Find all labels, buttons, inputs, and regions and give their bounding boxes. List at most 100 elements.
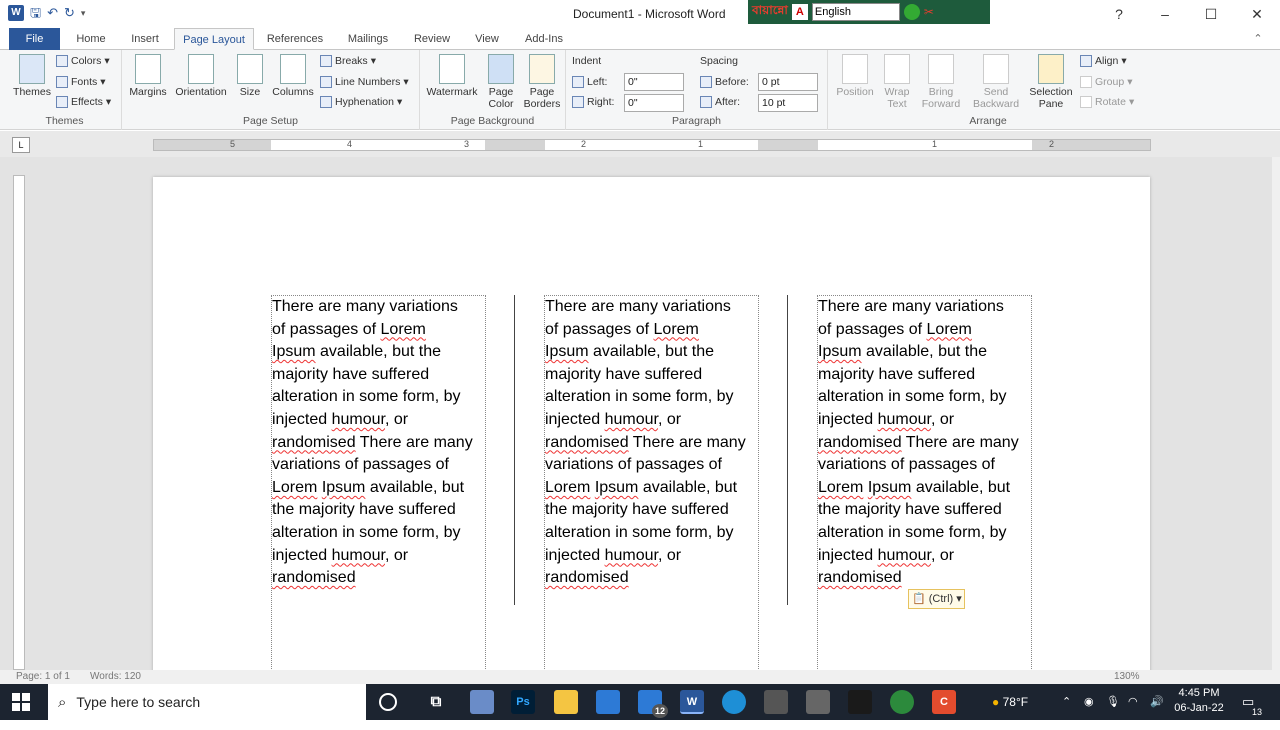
app-icon-3[interactable]: C [932, 690, 956, 714]
mail-icon[interactable]: 12 [638, 690, 668, 718]
misspelled-word[interactable]: randomised [545, 434, 629, 451]
text-column-2[interactable]: There are many variations of passages of … [544, 295, 759, 675]
word-taskbar-icon[interactable]: W [680, 690, 704, 714]
task-view-icon[interactable]: ⧉ [424, 690, 448, 714]
line-numbers-button[interactable]: Line Numbers ▾ [320, 73, 409, 91]
tab-review[interactable]: Review [408, 28, 456, 50]
zoom-level[interactable]: 130% [1114, 671, 1140, 682]
misspelled-word[interactable]: Ipsum [545, 343, 589, 360]
wifi-icon[interactable]: ◠ [1128, 684, 1138, 720]
misspelled-word[interactable]: randomised [818, 434, 902, 451]
misspelled-word[interactable]: Ipsum [595, 479, 639, 496]
tray-icon-1[interactable]: ◉ [1084, 684, 1094, 720]
selection-pane-button[interactable]: Selection Pane [1026, 54, 1076, 110]
close-button[interactable]: ✕ [1234, 0, 1280, 28]
misspelled-word[interactable]: Ipsum [322, 479, 366, 496]
text-column-1[interactable]: There are many variations of passages of … [271, 295, 486, 675]
windows-start-icon[interactable] [12, 693, 30, 711]
tab-view[interactable]: View [468, 28, 506, 50]
word-count[interactable]: Words: 120 [90, 671, 141, 682]
effects-button[interactable]: Effects ▾ [56, 93, 111, 111]
tab-insert[interactable]: Insert [124, 28, 166, 50]
misspelled-word[interactable]: humour [332, 411, 385, 428]
indent-right-input[interactable]: 0" [624, 94, 684, 112]
margins-button[interactable]: Margins [126, 54, 170, 98]
misspelled-word[interactable]: Ipsum [818, 343, 862, 360]
fonts-button[interactable]: Fonts ▾ [56, 73, 106, 91]
taskbar-search[interactable]: ⌕ Type here to search [48, 684, 366, 720]
microphone-icon[interactable]: 🎙 [1106, 684, 1120, 720]
watermark-button[interactable]: Watermark [424, 54, 480, 98]
app-icon-2[interactable] [806, 690, 830, 714]
tab-file[interactable]: File [9, 28, 60, 50]
save-icon[interactable]: 🖫 [30, 5, 41, 21]
file-explorer-icon[interactable] [554, 690, 578, 714]
orientation-button[interactable]: Orientation [172, 54, 230, 98]
language-select[interactable]: English [811, 3, 900, 21]
app-icon-1[interactable] [470, 690, 494, 714]
tab-page-layout[interactable]: Page Layout [174, 28, 254, 50]
notification-icon[interactable]: ▭ 13 [1242, 684, 1262, 720]
position-button[interactable]: Position [832, 54, 878, 98]
bangla-app-icon[interactable] [848, 690, 872, 714]
column-3-text[interactable]: There are many variations of passages of … [818, 296, 1031, 590]
tab-references[interactable]: References [262, 28, 328, 50]
customize-qat-icon[interactable]: ▾ [81, 5, 86, 21]
misspelled-word[interactable]: Lorem [818, 479, 863, 496]
chrome-icon[interactable] [890, 690, 914, 714]
page-count[interactable]: Page: 1 of 1 [16, 671, 70, 682]
column-1-text[interactable]: There are many variations of passages of … [272, 296, 485, 590]
group-button[interactable]: Group ▾ [1080, 73, 1132, 91]
store-icon[interactable] [596, 690, 620, 714]
photoshop-icon[interactable]: Ps [511, 690, 535, 714]
maximize-button[interactable]: ☐ [1188, 0, 1234, 28]
tab-home[interactable]: Home [72, 28, 110, 50]
vertical-ruler[interactable] [13, 175, 25, 670]
tray-overflow-icon[interactable]: ⌃ [1062, 684, 1071, 720]
ruler-bar[interactable]: 5 4 3 2 1 1 2 [153, 139, 1151, 151]
calculator-icon[interactable] [764, 690, 788, 714]
wrap-text-button[interactable]: Wrap Text [878, 54, 916, 110]
redo-icon[interactable]: ↻ [64, 5, 75, 21]
help-icon[interactable]: ? [1096, 0, 1142, 28]
indent-left-input[interactable]: 0" [624, 73, 684, 91]
misspelled-word[interactable]: Lorem [381, 321, 426, 338]
themes-button[interactable]: Themes [12, 54, 52, 98]
send-backward-button[interactable]: Send Backward [968, 54, 1024, 110]
misspelled-word[interactable]: humour [878, 411, 931, 428]
align-button[interactable]: Align ▾ [1080, 52, 1127, 70]
edge-icon[interactable] [722, 690, 746, 714]
misspelled-word[interactable]: humour [332, 547, 385, 564]
paste-options-button[interactable]: 📋 (Ctrl) ▾ [908, 589, 965, 609]
misspelled-word[interactable]: humour [878, 547, 931, 564]
font-a-icon[interactable]: A [791, 4, 808, 20]
misspelled-word[interactable]: randomised [545, 569, 629, 586]
cortana-icon[interactable] [379, 693, 397, 711]
spacing-before-input[interactable]: 0 pt [758, 73, 818, 91]
page-borders-button[interactable]: Page Borders [522, 54, 562, 110]
word-icon[interactable]: W [8, 5, 24, 21]
ribbon-collapse-icon[interactable]: ⌃ [1248, 28, 1268, 50]
rotate-button[interactable]: Rotate ▾ [1080, 93, 1134, 111]
misspelled-word[interactable]: Ipsum [272, 343, 316, 360]
page-color-button[interactable]: Page Color [482, 54, 520, 110]
misspelled-word[interactable]: Lorem [545, 479, 590, 496]
undo-icon[interactable]: ↶ [47, 5, 58, 21]
tools-icon[interactable]: ✂ [924, 5, 934, 19]
column-2-text[interactable]: There are many variations of passages of … [545, 296, 758, 590]
tab-selector[interactable]: L [12, 137, 30, 153]
misspelled-word[interactable]: Lorem [654, 321, 699, 338]
minimize-button[interactable]: – [1142, 0, 1188, 28]
misspelled-word[interactable]: Lorem [272, 479, 317, 496]
misspelled-word[interactable]: Ipsum [868, 479, 912, 496]
colors-button[interactable]: Colors ▾ [56, 52, 110, 70]
misspelled-word[interactable]: Lorem [927, 321, 972, 338]
tab-add-ins[interactable]: Add-Ins [518, 28, 570, 50]
misspelled-word[interactable]: randomised [272, 434, 356, 451]
clock[interactable]: 4:45 PM 06-Jan-22 [1168, 686, 1230, 716]
breaks-button[interactable]: Breaks ▾ [320, 52, 376, 70]
green-globe-icon[interactable] [903, 4, 920, 20]
vertical-scrollbar[interactable] [1272, 157, 1280, 670]
hyphenation-button[interactable]: Hyphenation ▾ [320, 93, 402, 111]
weather-widget[interactable]: ● 78°F [992, 684, 1028, 720]
